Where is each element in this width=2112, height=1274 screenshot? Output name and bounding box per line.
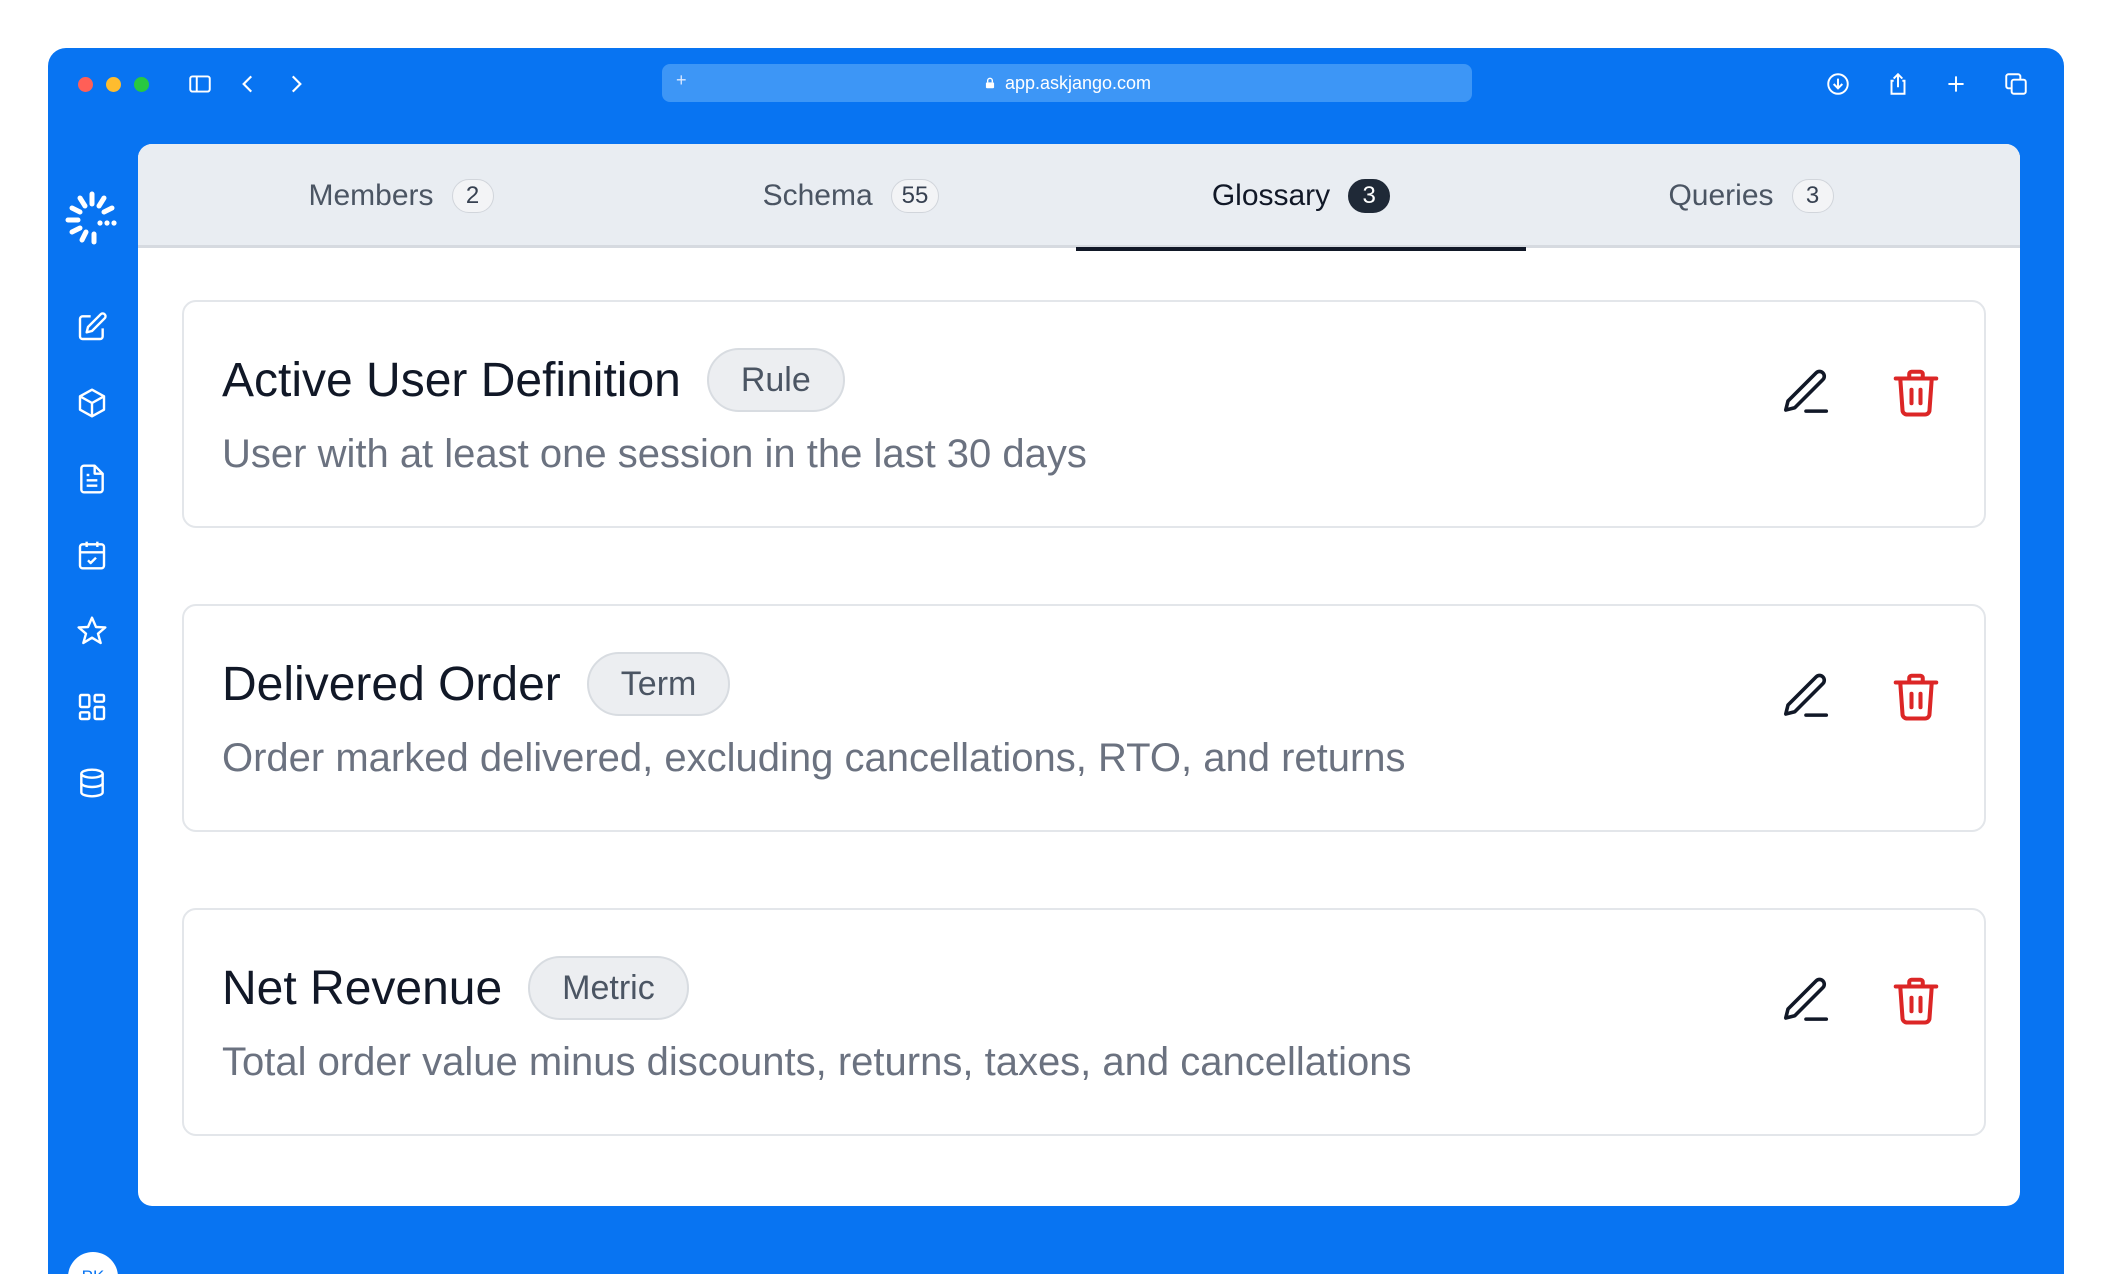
glossary-item-description: Order marked delivered, excluding cancel…	[222, 736, 1406, 780]
lock-icon	[985, 77, 995, 89]
tab-members[interactable]: Members 2	[176, 144, 626, 248]
glossary-item-header: Delivered Order Term	[222, 652, 731, 716]
delete-button[interactable]	[1884, 664, 1948, 728]
app-logo-icon[interactable]	[64, 190, 120, 246]
browser-titlebar: + app.askjango.com	[48, 48, 2064, 138]
glossary-item: Net Revenue Metric Total order value min…	[182, 908, 1986, 1136]
back-icon[interactable]	[230, 66, 266, 102]
sidebar-item-models[interactable]	[73, 384, 111, 422]
delete-button[interactable]	[1884, 968, 1948, 1032]
glossary-type-badge: Metric	[528, 956, 689, 1020]
tab-label: Schema	[762, 179, 873, 212]
glossary-panel: Members 2 Schema 55 Glossary 3 Queries 3…	[138, 144, 2020, 1206]
tab-count-badge: 55	[890, 179, 940, 213]
glossary-item: Active User Definition Rule User with at…	[182, 300, 1986, 528]
forward-icon[interactable]	[278, 66, 314, 102]
url-text: app.askjango.com	[1004, 72, 1152, 93]
sidebar-toggle-icon[interactable]	[182, 66, 218, 102]
address-bar[interactable]: + app.askjango.com	[662, 64, 1472, 102]
sidebar-item-new-query[interactable]	[73, 308, 111, 346]
tab-label: Members	[308, 179, 434, 212]
share-icon[interactable]	[1880, 66, 1916, 102]
tab-glossary[interactable]: Glossary 3	[1076, 144, 1526, 251]
trash-icon	[1893, 977, 1939, 1025]
maximize-window-button[interactable]	[134, 77, 149, 92]
star-icon	[77, 616, 107, 645]
glossary-type-badge: Term	[586, 652, 731, 716]
edit-square-icon	[78, 312, 107, 341]
sidebar-item-data-sources[interactable]	[73, 764, 111, 802]
glossary-item-description: Total order value minus discounts, retur…	[222, 1040, 1412, 1084]
glossary-item-name: Net Revenue	[222, 961, 503, 1015]
pencil-icon	[1783, 369, 1829, 413]
tab-queries[interactable]: Queries 3	[1526, 144, 1976, 248]
tab-label: Glossary	[1211, 179, 1331, 212]
sidebar-item-dashboards[interactable]	[73, 688, 111, 726]
tab-overview-icon[interactable]	[1998, 66, 2034, 102]
minimize-window-button[interactable]	[106, 77, 121, 92]
grid-icon	[78, 693, 106, 721]
calendar-check-icon	[78, 541, 106, 570]
glossary-item: Delivered Order Term Order marked delive…	[182, 604, 1986, 832]
close-window-button[interactable]	[78, 77, 93, 92]
tab-bar: Members 2 Schema 55 Glossary 3 Queries 3	[138, 144, 2020, 251]
glossary-item-header: Net Revenue Metric	[222, 956, 689, 1020]
trash-icon	[1893, 673, 1939, 721]
glossary-item-name: Delivered Order	[222, 657, 561, 711]
sidebar-item-favorites[interactable]	[73, 612, 111, 650]
trash-icon	[1893, 369, 1939, 417]
edit-button[interactable]	[1774, 968, 1838, 1032]
pencil-icon	[1783, 673, 1829, 717]
pencil-icon	[1783, 977, 1829, 1021]
new-tab-plus-icon[interactable]: +	[676, 70, 687, 91]
tab-count-badge: 3	[1348, 179, 1391, 213]
cube-icon	[78, 388, 106, 418]
delete-button[interactable]	[1884, 360, 1948, 424]
database-icon	[80, 768, 104, 798]
tab-count-badge: 2	[451, 179, 494, 213]
sidebar-item-documents[interactable]	[73, 460, 111, 498]
edit-button[interactable]	[1774, 664, 1838, 728]
app-sidebar: PK	[48, 138, 138, 1274]
edit-button[interactable]	[1774, 360, 1838, 424]
document-icon	[80, 464, 104, 494]
tab-schema[interactable]: Schema 55	[626, 144, 1076, 248]
download-icon[interactable]	[1820, 66, 1856, 102]
glossary-item-description: User with at least one session in the la…	[222, 432, 1087, 476]
new-tab-icon[interactable]	[1938, 66, 1974, 102]
sidebar-item-schedule[interactable]	[73, 536, 111, 574]
glossary-item-header: Active User Definition Rule	[222, 348, 845, 412]
glossary-item-name: Active User Definition	[222, 353, 681, 407]
browser-window: + app.askjango.com Members 2 Schema 55 G…	[48, 48, 2064, 1274]
glossary-type-badge: Rule	[706, 348, 845, 412]
tab-label: Queries	[1668, 179, 1774, 212]
avatar[interactable]: PK	[68, 1252, 118, 1274]
tab-count-badge: 3	[1791, 179, 1834, 213]
